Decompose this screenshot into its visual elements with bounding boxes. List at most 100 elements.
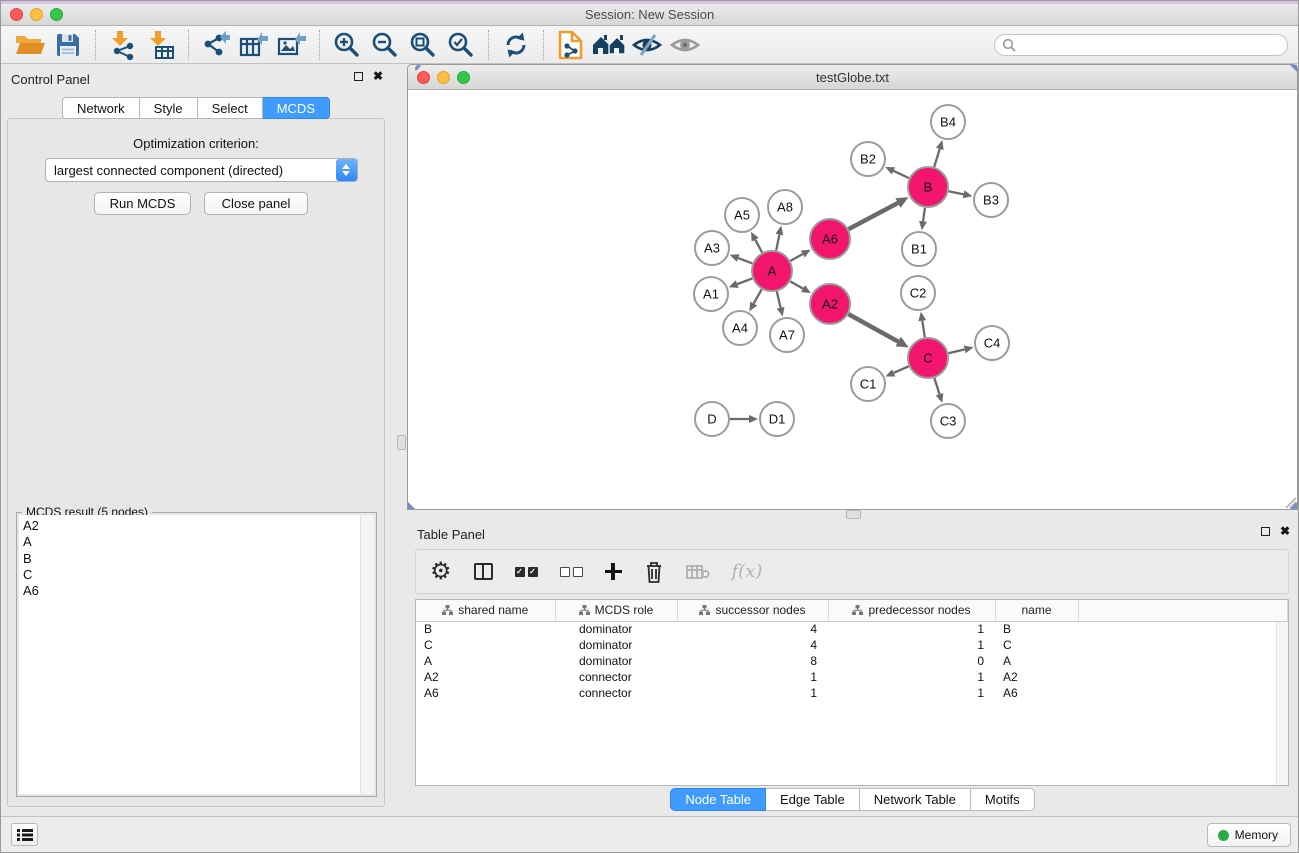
tab-edge-table[interactable]: Edge Table [766, 788, 860, 811]
table-scrollbar[interactable] [1276, 622, 1288, 785]
cell-shared-name[interactable]: B [416, 621, 555, 637]
column-header-successor-nodes[interactable]: successor nodes [677, 600, 828, 621]
tab-node-table[interactable]: Node Table [670, 788, 766, 811]
cell-mcds-role[interactable]: dominator [555, 653, 677, 669]
column-mapping-icon[interactable] [474, 556, 493, 588]
result-item-a6[interactable]: A6 [19, 583, 374, 599]
graph-edge-B-B4[interactable] [934, 149, 940, 167]
search-box[interactable] [994, 34, 1288, 56]
open-folder-icon[interactable] [11, 29, 49, 61]
export-image-icon[interactable] [273, 29, 311, 61]
close-panel-icon[interactable]: ✖ [373, 72, 383, 81]
graph-edge-B-B3[interactable] [949, 191, 964, 194]
export-network-icon[interactable] [197, 29, 235, 61]
cell-name[interactable]: A2 [995, 669, 1078, 685]
cell-predecessor-nodes[interactable]: 1 [828, 685, 995, 701]
cell-successor-nodes[interactable]: 8 [677, 653, 828, 669]
graph-edge-C-C1[interactable] [894, 366, 909, 373]
cell-successor-nodes[interactable]: 4 [677, 621, 828, 637]
zoom-out-icon[interactable] [366, 29, 404, 61]
create-column-plus-icon[interactable] [605, 556, 622, 588]
mcds-result-list[interactable]: A2ABCA6 [19, 515, 374, 794]
float-table-panel-icon[interactable] [1261, 527, 1270, 536]
cell-predecessor-nodes[interactable]: 1 [828, 621, 995, 637]
select-all-columns-icon[interactable]: ✓✓ [515, 556, 538, 588]
cell-name[interactable]: A6 [995, 685, 1078, 701]
close-panel-button[interactable]: Close panel [204, 192, 308, 215]
cell-successor-nodes[interactable]: 1 [677, 669, 828, 685]
graph-edge-B-B1[interactable] [923, 208, 925, 222]
result-list-scrollbar[interactable] [360, 515, 374, 794]
table-row-a[interactable]: Adominator80A [416, 653, 1288, 669]
cell-successor-nodes[interactable]: 4 [677, 637, 828, 653]
unselect-all-columns-icon[interactable] [560, 556, 583, 588]
column-header-predecessor-nodes[interactable]: predecessor nodes [828, 600, 995, 621]
graph-edge-A-A4[interactable] [754, 289, 762, 303]
cell-name[interactable]: A [995, 653, 1078, 669]
cell-mcds-role[interactable]: dominator [555, 621, 677, 637]
zoom-in-icon[interactable] [328, 29, 366, 61]
cell-predecessor-nodes[interactable]: 0 [828, 653, 995, 669]
graph-edge-B-B2[interactable] [893, 171, 909, 178]
result-item-c[interactable]: C [19, 567, 374, 583]
tab-network-table[interactable]: Network Table [860, 788, 971, 811]
cell-mcds-role[interactable]: connector [555, 669, 677, 685]
cell-shared-name[interactable]: A6 [416, 685, 555, 701]
vertical-split-handle[interactable] [397, 435, 406, 450]
home-networks-icon[interactable] [590, 29, 628, 61]
network-window-titlebar[interactable]: testGlobe.txt [408, 65, 1297, 90]
graph-edge-A-A1[interactable] [737, 278, 752, 284]
graph-edge-A-A8[interactable] [776, 234, 779, 250]
graph-edge-A-A7[interactable] [777, 291, 781, 307]
tab-motifs[interactable]: Motifs [971, 788, 1035, 811]
graph-edge-A-A5[interactable] [755, 240, 762, 253]
cell-name[interactable]: B [995, 621, 1078, 637]
search-input[interactable] [1016, 38, 1280, 52]
cell-shared-name[interactable]: C [416, 637, 555, 653]
result-item-a2[interactable]: A2 [19, 518, 374, 534]
tab-style[interactable]: Style [140, 97, 198, 119]
column-header-name[interactable]: name [995, 600, 1078, 621]
document-share-icon[interactable] [552, 29, 590, 61]
graph-edge-A2-C[interactable] [848, 314, 898, 341]
graph-edge-C-C2[interactable] [922, 321, 925, 338]
result-item-b[interactable]: B [19, 551, 374, 567]
zoom-fit-icon[interactable] [404, 29, 442, 61]
export-table-icon[interactable] [235, 29, 273, 61]
result-item-a[interactable]: A [19, 534, 374, 550]
cell-predecessor-nodes[interactable]: 1 [828, 637, 995, 653]
cell-shared-name[interactable]: A [416, 653, 555, 669]
table-row-a2[interactable]: A2connector11A2 [416, 669, 1288, 685]
save-icon[interactable] [49, 29, 87, 61]
graph-edge-C-C3[interactable] [934, 378, 939, 394]
memory-button[interactable]: Memory [1207, 823, 1291, 847]
delete-column-trash-icon[interactable] [644, 556, 664, 588]
graph-edge-C-C4[interactable] [948, 349, 964, 353]
float-panel-icon[interactable] [354, 72, 363, 81]
table-row-a6[interactable]: A6connector11A6 [416, 685, 1288, 701]
cell-successor-nodes[interactable]: 1 [677, 685, 828, 701]
cell-predecessor-nodes[interactable]: 1 [828, 669, 995, 685]
cell-mcds-role[interactable]: connector [555, 685, 677, 701]
criterion-dropdown[interactable]: largest connected component (directed) [45, 158, 358, 182]
column-header-mcds-role[interactable]: MCDS role [555, 600, 677, 621]
graph-edge-A6-B[interactable] [849, 203, 898, 229]
refresh-icon[interactable] [497, 29, 535, 61]
zoom-selected-icon[interactable] [442, 29, 480, 61]
close-table-panel-icon[interactable]: ✖ [1280, 527, 1290, 536]
table-row-c[interactable]: Cdominator41C [416, 637, 1288, 653]
graph-edge-A-A3[interactable] [738, 258, 752, 263]
eye-icon[interactable] [666, 29, 704, 61]
graph-edge-A-A6[interactable] [790, 254, 802, 261]
eye-paint-icon[interactable] [628, 29, 666, 61]
table-settings-gear-icon[interactable]: ⚙ [430, 556, 452, 588]
cell-shared-name[interactable]: A2 [416, 669, 555, 685]
cell-name[interactable]: C [995, 637, 1078, 653]
tab-mcds[interactable]: MCDS [263, 97, 330, 119]
network-canvas[interactable]: B4B2BB3A8A5A6A3B1AC2A1A2A4A7C4CC1C3DD1 [408, 90, 1297, 509]
run-mcds-button[interactable]: Run MCDS [94, 192, 191, 215]
import-table-icon[interactable] [142, 29, 180, 61]
tab-network[interactable]: Network [62, 97, 140, 119]
import-network-icon[interactable] [104, 29, 142, 61]
cell-mcds-role[interactable]: dominator [555, 637, 677, 653]
